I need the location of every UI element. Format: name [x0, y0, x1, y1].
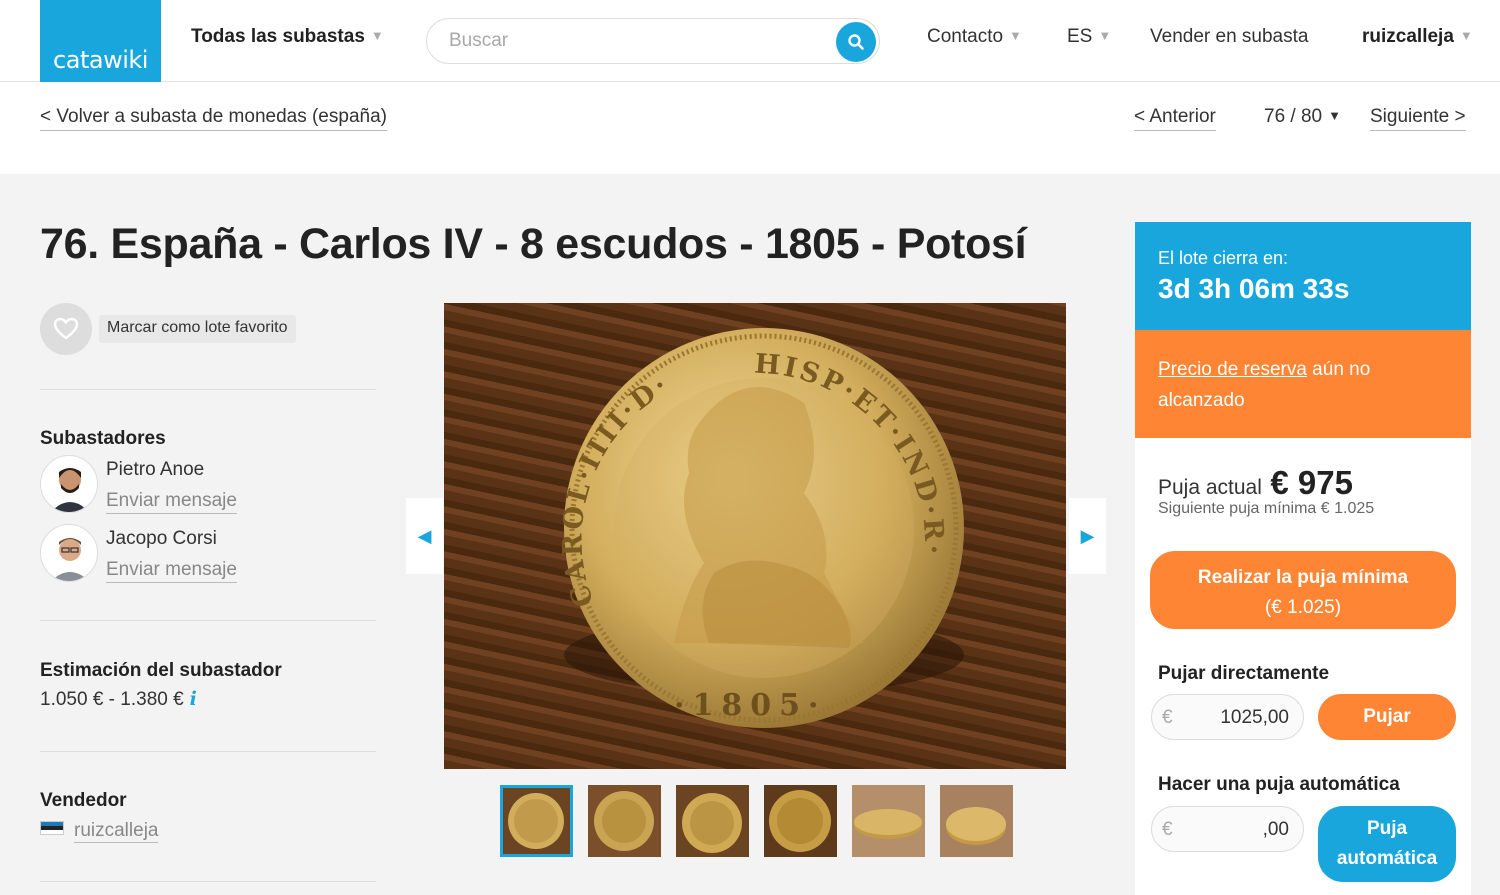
image-thumbnail[interactable] — [764, 785, 837, 857]
image-thumbnail[interactable] — [852, 785, 925, 857]
auto-bid-heading: Hacer una puja automática — [1158, 774, 1400, 795]
auto-bid-button[interactable]: Puja automática — [1318, 806, 1456, 882]
auto-bid-label-2: automática — [1336, 848, 1438, 869]
coin-year: ·1805· — [674, 688, 826, 723]
auto-bid-value: ,00 — [1262, 819, 1289, 840]
reserve-price-link[interactable]: Precio de reserva — [1158, 359, 1307, 380]
avatar — [40, 524, 98, 582]
arrow-right-icon: ▶ — [1080, 525, 1095, 546]
countdown-timer: 3d 3h 06m 33s — [1158, 273, 1350, 304]
next-image-button[interactable]: ▶ — [1069, 498, 1106, 574]
bid-button[interactable]: Pujar — [1318, 694, 1456, 740]
lot-main-image[interactable]: CAROL·IIII·D·G· HISP·ET·IND·R· ·1805· — [444, 303, 1066, 769]
send-message-link[interactable]: Enviar mensaje — [106, 490, 237, 514]
catawiki-logo[interactable]: catawiki — [40, 0, 161, 82]
next-minimum-bid: Siguiente puja mínima € 1.025 — [1158, 500, 1375, 517]
estonia-flag-icon — [40, 821, 64, 835]
reserve-notice: Precio de reserva aún no alcanzado — [1135, 330, 1471, 438]
arrow-left-icon: ◀ — [417, 525, 432, 546]
place-minimum-bid-button[interactable]: Realizar la puja mínima (€ 1.025) — [1150, 551, 1456, 629]
seller-link[interactable]: ruizcalleja — [74, 820, 159, 843]
contact-menu[interactable]: Contacto ▼ — [927, 26, 1022, 48]
estimate-value: 1.050 € - 1.380 € — [40, 689, 184, 710]
contact-label: Contacto — [927, 26, 1004, 47]
user-menu[interactable]: ruizcalleja ▼ — [1362, 26, 1473, 48]
closes-label: El lote cierra en: — [1158, 248, 1289, 268]
previous-lot-link[interactable]: < Anterior — [1134, 106, 1216, 131]
favorite-button[interactable] — [40, 303, 92, 355]
send-message-link[interactable]: Enviar mensaje — [106, 559, 237, 583]
lot-position-label: 76 / 80 — [1264, 106, 1323, 127]
auctioneer-name: Pietro Anoe — [106, 459, 205, 480]
favorite-label[interactable]: Marcar como lote favorito — [99, 315, 296, 343]
previous-image-button[interactable]: ◀ — [406, 498, 443, 574]
direct-bid-heading: Pujar directamente — [1158, 663, 1330, 684]
countdown-box: El lote cierra en: 3d 3h 06m 33s — [1135, 222, 1471, 330]
direct-bid-input[interactable]: € 1025,00 — [1151, 694, 1304, 740]
estimate-heading: Estimación del subastador — [40, 660, 282, 681]
lot-title: 76. España - Carlos IV - 8 escudos - 180… — [40, 220, 1027, 268]
image-thumbnail[interactable] — [676, 785, 749, 857]
bid-panel: El lote cierra en: 3d 3h 06m 33s Precio … — [1135, 222, 1471, 895]
currency-symbol: € — [1162, 819, 1173, 840]
back-to-auction-link[interactable]: < Volver a subasta de monedas (españa) — [40, 106, 387, 131]
divider — [40, 389, 376, 390]
divider — [40, 881, 376, 882]
avatar — [40, 455, 98, 513]
auto-bid-label-1: Puja — [1366, 818, 1408, 839]
divider — [40, 751, 376, 752]
current-bid-value: € 975 — [1270, 464, 1353, 501]
lot-position-select[interactable]: 76 / 80 ▼ — [1264, 106, 1341, 128]
min-bid-amount: (€ 1.025) — [1264, 597, 1342, 618]
caret-down-icon: ▼ — [1459, 28, 1473, 43]
search-button[interactable] — [836, 22, 876, 62]
caret-down-icon: ▼ — [1009, 28, 1022, 43]
caret-down-icon: ▼ — [370, 28, 384, 43]
info-icon[interactable]: i — [190, 688, 197, 710]
all-auctions-label: Todas las subastas — [191, 26, 365, 47]
heart-icon — [53, 317, 79, 340]
search-input[interactable] — [427, 19, 817, 63]
divider — [40, 620, 376, 621]
currency-symbol: € — [1162, 707, 1173, 728]
language-label: ES — [1067, 26, 1093, 47]
auctioneers-heading: Subastadores — [40, 428, 166, 449]
search-icon — [848, 34, 864, 50]
language-menu[interactable]: ES ▼ — [1067, 26, 1111, 48]
image-thumbnail[interactable] — [940, 785, 1013, 857]
sell-link[interactable]: Vender en subasta — [1150, 26, 1308, 48]
image-thumbnail[interactable] — [588, 785, 661, 857]
current-bid-row: Puja actual € 975 — [1158, 464, 1353, 502]
direct-bid-value: 1025,00 — [1220, 707, 1289, 728]
gold-coin-photo: CAROL·IIII·D·G· HISP·ET·IND·R· ·1805· — [444, 303, 964, 728]
estimate-value-row: 1.050 € - 1.380 € i — [40, 688, 197, 711]
caret-down-icon: ▼ — [1098, 28, 1112, 43]
caret-down-icon: ▼ — [1328, 108, 1341, 123]
next-lot-link[interactable]: Siguiente > — [1370, 106, 1466, 131]
current-bid-label: Puja actual — [1158, 476, 1262, 499]
seller-heading: Vendedor — [40, 790, 127, 811]
search-bar — [426, 18, 880, 64]
auto-bid-input[interactable]: € ,00 — [1151, 806, 1304, 852]
auctioneer-name: Jacopo Corsi — [106, 528, 217, 549]
image-thumbnail[interactable] — [500, 785, 573, 857]
username-label: ruizcalleja — [1362, 26, 1454, 47]
min-bid-label: Realizar la puja mínima — [1197, 567, 1409, 588]
all-auctions-menu[interactable]: Todas las subastas ▼ — [191, 26, 384, 48]
top-header: catawiki Todas las subastas ▼ Contacto ▼ E… — [0, 0, 1500, 82]
